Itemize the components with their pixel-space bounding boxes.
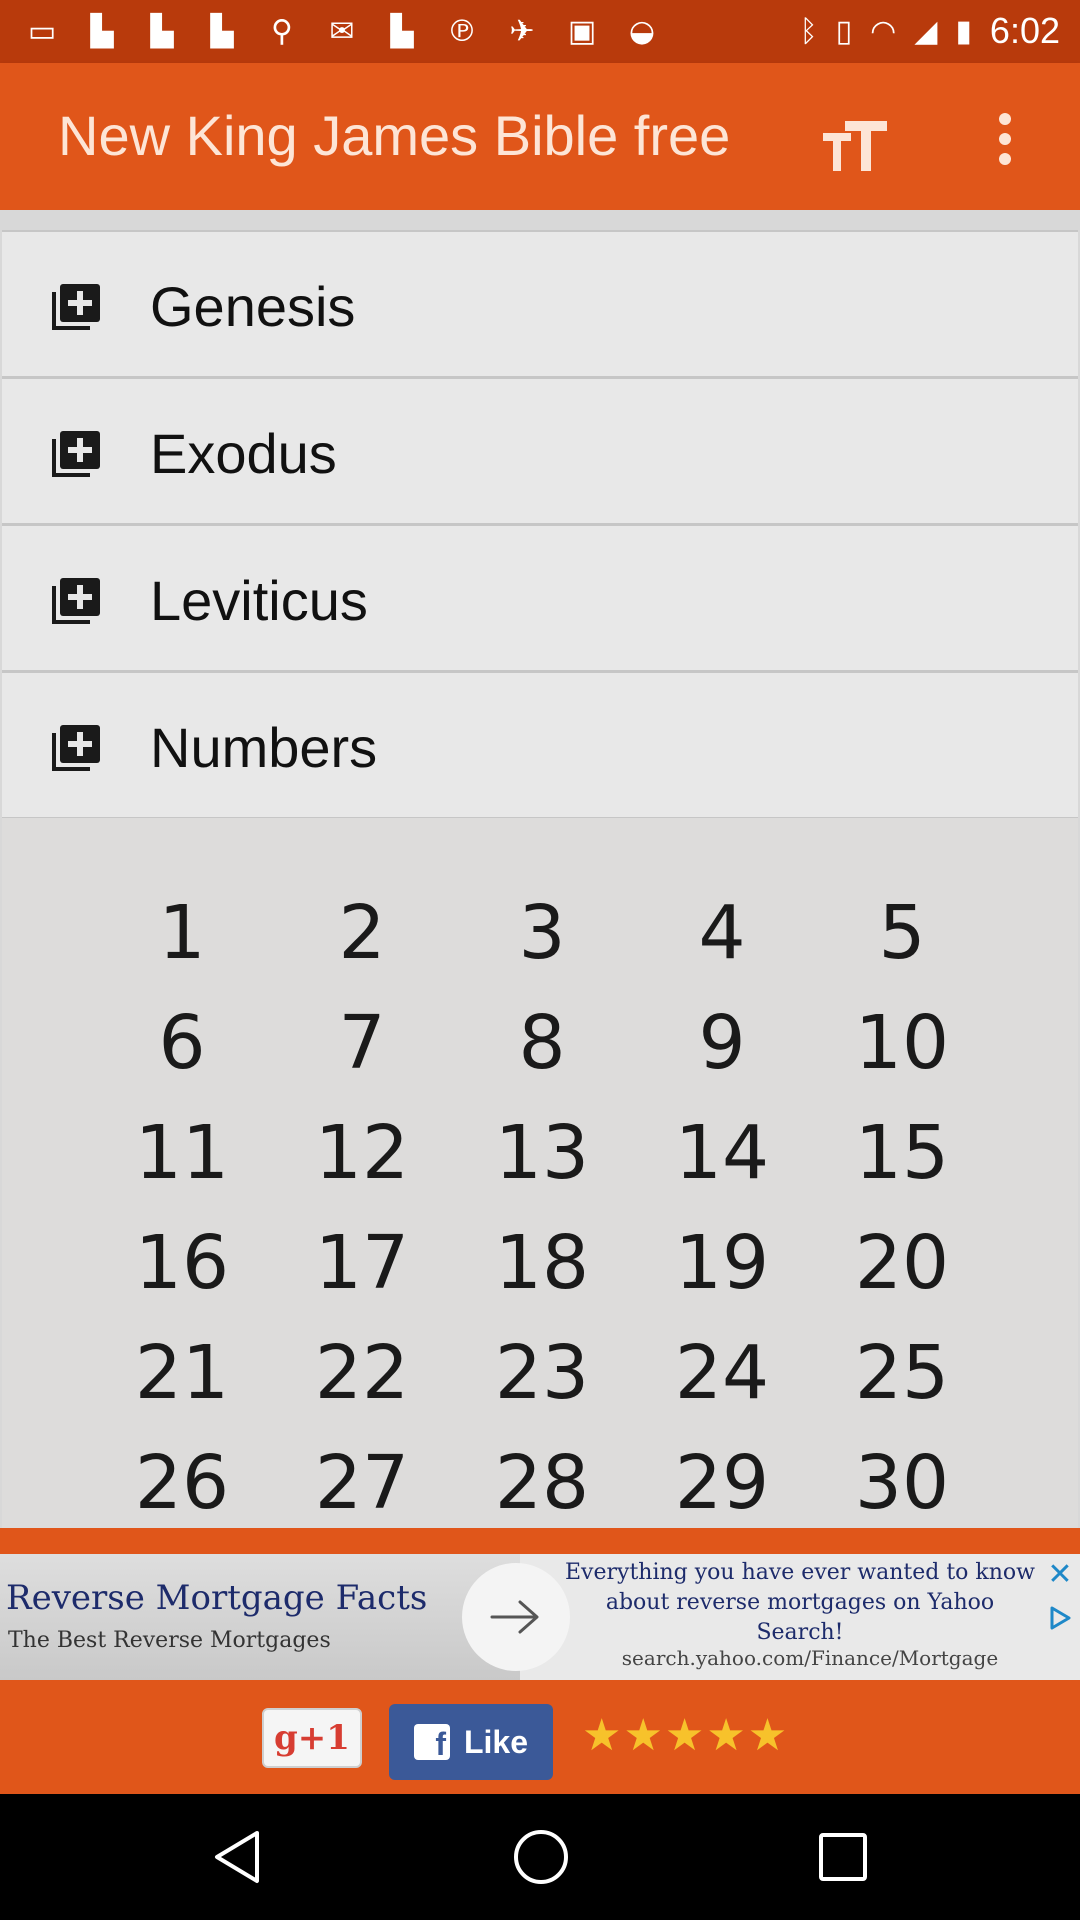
back-icon	[215, 1831, 259, 1883]
book-item-genesis[interactable]: Genesis	[2, 230, 1078, 377]
wifi-icon: ◠	[870, 13, 897, 49]
content-area: Genesis Exodus Leviticus Numbers 1 2 3 4…	[0, 210, 1080, 1528]
recents-icon	[819, 1833, 867, 1881]
system-icons: ᛒ ▯ ◠ ◢ ▮ 6:02	[800, 10, 1060, 52]
chapter-grid: 1 2 3 4 5 6 7 8 9 10 11 12 13 14 15 16 1…	[92, 878, 992, 1538]
chapter-15[interactable]: 15	[812, 1098, 992, 1208]
chapter-17[interactable]: 17	[272, 1208, 452, 1318]
android-icon: ◒	[628, 13, 656, 49]
library-add-icon	[52, 578, 100, 624]
library-add-icon	[52, 725, 100, 771]
chapter-20[interactable]: 20	[812, 1208, 992, 1318]
facebook-like-button[interactable]: f Like	[389, 1704, 553, 1780]
book-name: Numbers	[150, 716, 378, 779]
status-bar: ▭ ▙ ▙ ▙ ⚲ ✉ ▙ ℗ ✈ ▣ ◒ ᛒ ▯ ◠ ◢ ▮ 6:02	[0, 0, 1080, 63]
ad-arrow-button[interactable]	[462, 1563, 570, 1671]
chapter-8[interactable]: 8	[452, 988, 632, 1098]
mail-icon: ✉	[329, 13, 355, 49]
battery-icon: ▮	[955, 13, 972, 49]
book-list: Genesis Exodus Leviticus Numbers	[2, 230, 1078, 818]
chapter-1[interactable]: 1	[92, 878, 272, 988]
ad-description: Everything you have ever wanted to know …	[565, 1560, 1035, 1645]
flipboard-icon: ▙	[210, 13, 234, 49]
vibrate-icon: ▯	[835, 13, 853, 49]
chapter-25[interactable]: 25	[812, 1318, 992, 1428]
chapter-5[interactable]: 5	[812, 878, 992, 988]
rate-stars[interactable]: ★★★★★	[582, 1710, 789, 1761]
signal-icon: ◢	[914, 13, 938, 49]
recents-button[interactable]	[810, 1824, 876, 1890]
chapter-13[interactable]: 13	[452, 1098, 632, 1208]
chapter-29[interactable]: 29	[632, 1428, 812, 1538]
app-bar: New King James Bible free	[0, 63, 1080, 210]
satellite-icon: ✈	[509, 13, 535, 49]
chapter-3[interactable]: 3	[452, 878, 632, 988]
text-size-icon	[823, 121, 887, 171]
ad-headline[interactable]: Reverse Mortgage Facts	[6, 1578, 427, 1618]
arrow-right-icon	[490, 1600, 539, 1634]
library-add-icon	[52, 284, 100, 330]
chapter-6[interactable]: 6	[92, 988, 272, 1098]
chapter-21[interactable]: 21	[92, 1318, 272, 1428]
facebook-icon: f	[413, 1724, 450, 1760]
home-icon	[514, 1830, 568, 1884]
text-size-button[interactable]	[810, 101, 900, 173]
chapter-11[interactable]: 11	[92, 1098, 272, 1208]
ad-close-icon[interactable]: ✕	[1044, 1557, 1076, 1592]
navigation-bar	[0, 1794, 1080, 1920]
more-vert-icon	[999, 113, 1011, 125]
chapter-22[interactable]: 22	[272, 1318, 452, 1428]
more-options-button[interactable]	[980, 103, 1030, 175]
ad-left-panel: Reverse Mortgage Facts The Best Reverse …	[0, 1554, 520, 1680]
chapter-23[interactable]: 23	[452, 1318, 632, 1428]
back-button[interactable]	[204, 1824, 270, 1890]
ad-url[interactable]: search.yahoo.com/Finance/Mortgage	[600, 1646, 1020, 1670]
flipboard-icon: ▙	[390, 13, 414, 49]
chapter-panel: 1 2 3 4 5 6 7 8 9 10 11 12 13 14 15 16 1…	[2, 818, 1078, 1528]
flipboard-icon: ▙	[90, 13, 114, 49]
chapter-28[interactable]: 28	[452, 1428, 632, 1538]
pinterest-icon: ℗	[447, 13, 477, 49]
chapter-19[interactable]: 19	[632, 1208, 812, 1318]
book-item-exodus[interactable]: Exodus	[2, 377, 1078, 524]
flipboard-icon: ▙	[150, 13, 174, 49]
library-add-icon	[52, 431, 100, 477]
chapter-10[interactable]: 10	[812, 988, 992, 1098]
clock: 6:02	[989, 10, 1060, 51]
chapter-2[interactable]: 2	[272, 878, 452, 988]
lock-icon: ▣	[567, 13, 597, 49]
google-plus-button[interactable]: g+1	[262, 1708, 362, 1768]
app-title: New King James Bible free	[58, 104, 731, 167]
ad-choices-icon[interactable]	[1044, 1602, 1076, 1634]
book-name: Exodus	[150, 422, 337, 485]
notification-icons: ▭ ▙ ▙ ▙ ⚲ ✉ ▙ ℗ ✈ ▣ ◒	[22, 12, 662, 50]
book-item-leviticus[interactable]: Leviticus	[2, 524, 1078, 671]
book-item-numbers[interactable]: Numbers	[2, 671, 1078, 818]
location-icon: ⚲	[271, 13, 293, 49]
chapter-4[interactable]: 4	[632, 878, 812, 988]
chapter-27[interactable]: 27	[272, 1428, 452, 1538]
book-name: Leviticus	[150, 569, 368, 632]
chapter-12[interactable]: 12	[272, 1098, 452, 1208]
divider-strip	[0, 1528, 1080, 1554]
ad-banner[interactable]: Reverse Mortgage Facts The Best Reverse …	[0, 1554, 1080, 1680]
chapter-14[interactable]: 14	[632, 1098, 812, 1208]
like-label: Like	[463, 1723, 529, 1760]
home-button[interactable]	[508, 1824, 574, 1890]
chapter-16[interactable]: 16	[92, 1208, 272, 1318]
ad-subline: The Best Reverse Mortgages	[8, 1628, 331, 1653]
chapter-18[interactable]: 18	[452, 1208, 632, 1318]
chapter-30[interactable]: 30	[812, 1428, 992, 1538]
chapter-7[interactable]: 7	[272, 988, 452, 1098]
message-icon: ▭	[27, 13, 57, 49]
book-name: Genesis	[150, 275, 356, 338]
social-bar: g+1 f Like ★★★★★	[0, 1680, 1080, 1794]
chapter-26[interactable]: 26	[92, 1428, 272, 1538]
bluetooth-icon: ᛒ	[799, 13, 818, 49]
chapter-9[interactable]: 9	[632, 988, 812, 1098]
chapter-24[interactable]: 24	[632, 1318, 812, 1428]
